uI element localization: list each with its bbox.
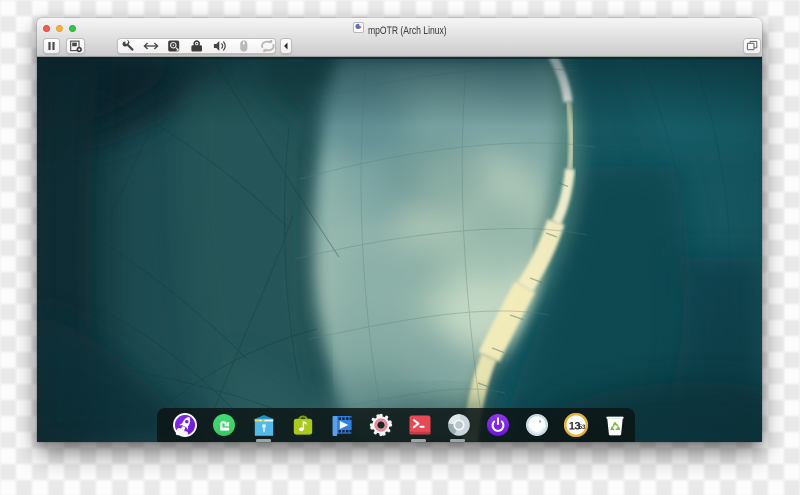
svg-text:53: 53	[578, 424, 585, 431]
